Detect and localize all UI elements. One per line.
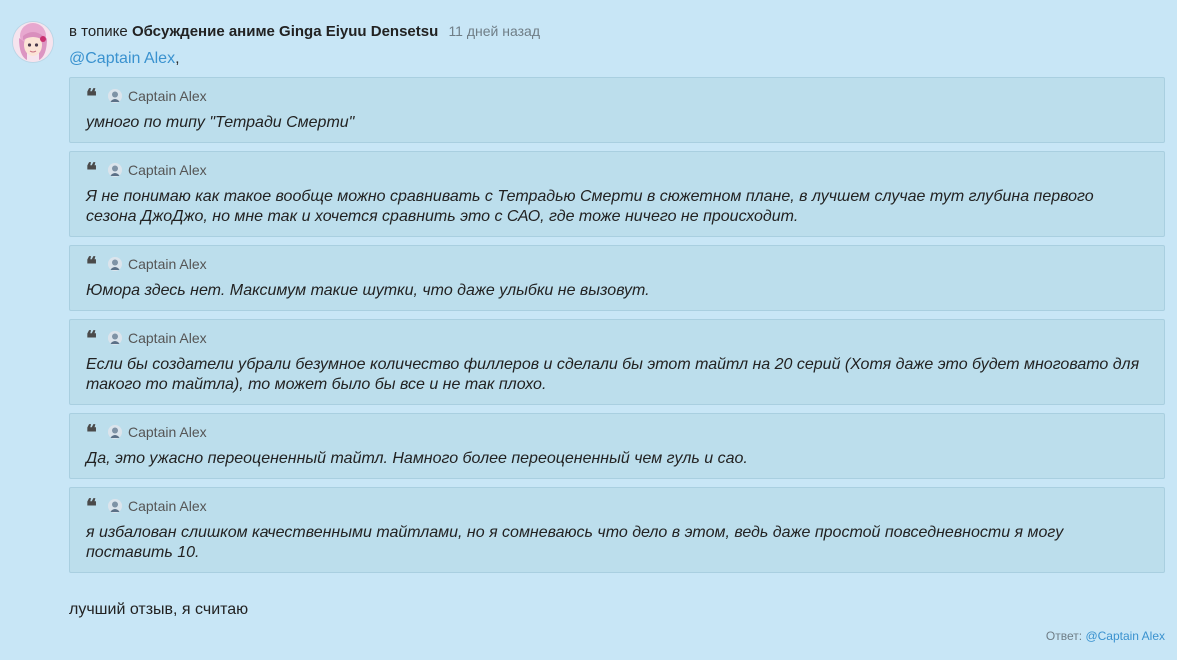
quote-header: ❝ Captain Alex xyxy=(86,158,1148,182)
quote-text: умного по типу "Тетради Смерти" xyxy=(86,114,355,131)
quote-icon: ❝ xyxy=(86,158,97,182)
quote-header: ❝ Captain Alex xyxy=(86,252,1148,276)
quote-author-avatar[interactable] xyxy=(108,89,122,103)
reply-mention-link[interactable]: @Captain Alex xyxy=(1085,629,1165,643)
topic-prefix: в топике xyxy=(69,23,128,40)
quote-icon: ❝ xyxy=(86,494,97,518)
quote-author-link[interactable]: Captain Alex xyxy=(128,256,207,272)
reply-line: Ответ: @Captain Alex xyxy=(1046,628,1165,644)
quote-author-link[interactable]: Captain Alex xyxy=(128,330,207,346)
quote-icon: ❝ xyxy=(86,326,97,350)
comment-text: лучший отзыв, я считаю xyxy=(69,601,249,618)
quote-header: ❝ Captain Alex xyxy=(86,420,1148,444)
quote-header: ❝ Captain Alex xyxy=(86,494,1148,518)
quote-header: ❝ Captain Alex xyxy=(86,326,1148,350)
quote-author-avatar[interactable] xyxy=(108,331,122,345)
quote-block: ❝ Captain Alex Юмора здесь нет. Максимум… xyxy=(69,245,1165,311)
quote-text: я избалован слишком качественными тайтла… xyxy=(86,524,1064,561)
quote-block: ❝ Captain Alex Да, это ужасно переоценен… xyxy=(69,413,1165,479)
quote-block: ❝ Captain Alex я избалован слишком качес… xyxy=(69,487,1165,573)
quote-text: Я не понимаю как такое вообще можно срав… xyxy=(86,188,1094,225)
reply-label: Ответ: xyxy=(1045,629,1083,643)
mention-line: @Captain Alex, xyxy=(69,49,180,69)
quote-icon: ❝ xyxy=(86,84,97,108)
quote-author-avatar[interactable] xyxy=(108,425,122,439)
topic-link[interactable]: Обсуждение аниме Ginga Eiyuu Densetsu xyxy=(132,23,438,40)
quote-author-link[interactable]: Captain Alex xyxy=(128,88,207,104)
quotes-list: ❝ Captain Alex умного по типу "Тетради С… xyxy=(69,77,1165,581)
user-avatar[interactable] xyxy=(13,22,53,62)
quote-author-link[interactable]: Captain Alex xyxy=(128,162,207,178)
quote-icon: ❝ xyxy=(86,252,97,276)
mention-link[interactable]: @Captain Alex xyxy=(69,50,175,67)
mention-suffix: , xyxy=(175,50,180,67)
quote-icon: ❝ xyxy=(86,420,97,444)
quote-author-avatar[interactable] xyxy=(108,163,122,177)
quote-author-link[interactable]: Captain Alex xyxy=(128,498,207,514)
quote-text: Если бы создатели убрали безумное количе… xyxy=(86,356,1140,393)
quote-author-avatar[interactable] xyxy=(108,257,122,271)
post-header: в топике Обсуждение аниме Ginga Eiyuu De… xyxy=(69,21,540,41)
post-time[interactable]: 11 дней назад xyxy=(448,23,540,39)
quote-author-avatar[interactable] xyxy=(108,499,122,513)
quote-header: ❝ Captain Alex xyxy=(86,84,1148,108)
quote-block: ❝ Captain Alex умного по типу "Тетради С… xyxy=(69,77,1165,143)
quote-text: Юмора здесь нет. Максимум такие шутки, ч… xyxy=(86,282,650,299)
quote-block: ❝ Captain Alex Я не понимаю как такое во… xyxy=(69,151,1165,237)
quote-block: ❝ Captain Alex Если бы создатели убрали … xyxy=(69,319,1165,405)
quote-text: Да, это ужасно переоцененный тайтл. Намн… xyxy=(86,450,748,467)
quote-author-link[interactable]: Captain Alex xyxy=(128,424,207,440)
